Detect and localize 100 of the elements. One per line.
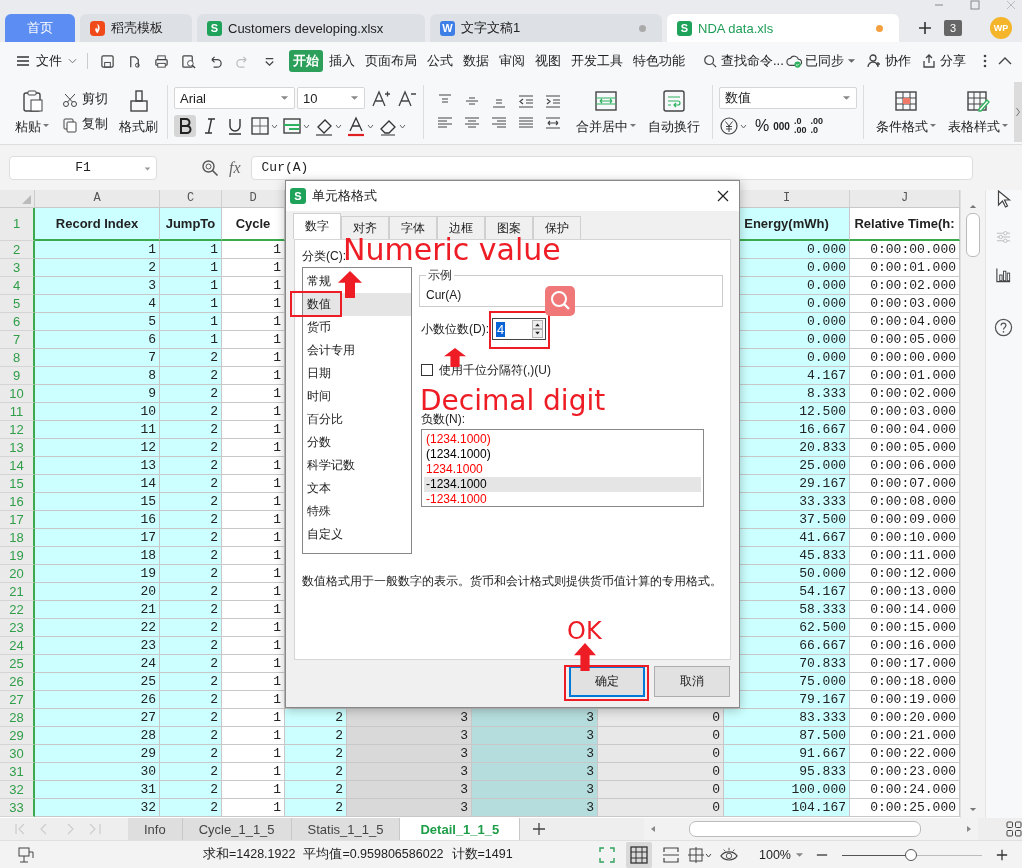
checkbox[interactable]	[421, 364, 433, 376]
share-button[interactable]: 分享	[921, 52, 966, 70]
freeze-icon[interactable]	[687, 845, 713, 864]
negative-format-item[interactable]: -1234.1000	[424, 477, 701, 492]
add-sheet-icon[interactable]	[532, 822, 547, 836]
command-search[interactable]: 查找命令...	[703, 52, 784, 70]
tab-count[interactable]: 3	[944, 20, 962, 36]
document-tab[interactable]: S NDA data.xls	[667, 14, 899, 42]
category-item[interactable]: 常规	[303, 270, 411, 293]
zoom-level-dropdown[interactable]: 100%	[759, 847, 804, 862]
name-box[interactable]: F1	[9, 155, 157, 180]
help-icon[interactable]	[994, 318, 1014, 337]
print-preview-icon[interactable]	[181, 53, 196, 69]
copy-button[interactable]: 复制	[62, 116, 108, 133]
file-menu[interactable]: 文件	[16, 52, 77, 70]
more-icon[interactable]	[982, 53, 988, 69]
menu-tab[interactable]: 视图	[531, 50, 565, 72]
negative-format-item[interactable]: 1234.1000	[424, 462, 701, 477]
cursor-icon[interactable]	[995, 190, 1013, 208]
paste-button[interactable]: 粘贴	[12, 85, 52, 139]
negative-format-item[interactable]: (1234.1000)	[424, 447, 701, 462]
eye-icon[interactable]	[720, 845, 738, 864]
menu-tab[interactable]: 页面布局	[361, 50, 421, 72]
align-right-icon[interactable]	[490, 115, 508, 131]
grid-view-icon[interactable]	[1006, 821, 1022, 837]
negative-format-item[interactable]: -1234.1000	[424, 492, 701, 507]
conditional-format-button[interactable]: 条件格式	[870, 85, 942, 139]
table-style-button[interactable]: 表格样式	[942, 85, 1014, 139]
currency-icon[interactable]	[719, 115, 749, 137]
sheet-tab[interactable]: Cycle_1_1_5	[182, 818, 292, 840]
category-item[interactable]: 数值	[303, 293, 411, 316]
collapse-icon[interactable]	[998, 57, 1012, 65]
zoom-slider[interactable]	[842, 848, 982, 861]
shrink-font-icon[interactable]	[397, 89, 417, 107]
menu-tab[interactable]: 特色功能	[629, 50, 689, 72]
column-header[interactable]: C	[160, 190, 222, 208]
macro-icon[interactable]	[17, 845, 35, 864]
decrease-decimal-button[interactable]: .00 .0	[810, 117, 823, 135]
category-item[interactable]: 会计专用	[303, 339, 411, 362]
menu-tab[interactable]: 数据	[459, 50, 493, 72]
distributed-icon[interactable]	[544, 115, 562, 131]
ok-button[interactable]: 确定	[569, 666, 645, 697]
bold-icon[interactable]	[174, 115, 196, 137]
column-header[interactable]: A	[35, 190, 160, 208]
bar-chart-icon[interactable]	[995, 266, 1013, 284]
scroll-right-icon[interactable]	[966, 825, 972, 833]
function-label[interactable]: fx	[229, 158, 241, 177]
collaborate-button[interactable]: 协作	[866, 52, 911, 70]
formula-field[interactable]: Cur(A)	[250, 155, 973, 180]
menu-tab[interactable]: 公式	[423, 50, 457, 72]
decrease-indent-icon[interactable]	[517, 93, 535, 109]
scroll-down-icon[interactable]	[968, 807, 977, 812]
document-tab[interactable]: 稻壳模板	[80, 14, 192, 42]
zoom-icon[interactable]	[201, 158, 219, 177]
new-tab-icon[interactable]	[918, 21, 932, 35]
decimals-spinbox[interactable]: 4	[492, 318, 546, 340]
font-color-icon[interactable]	[345, 115, 375, 137]
spin-arrows-icon[interactable]	[532, 320, 543, 338]
category-item[interactable]: 特殊	[303, 500, 411, 523]
category-item[interactable]: 科学记数	[303, 454, 411, 477]
thousands-button[interactable]: 000	[773, 120, 790, 132]
scroll-left-icon[interactable]	[650, 825, 657, 833]
category-item[interactable]: 货币	[303, 316, 411, 339]
format-painter-button[interactable]: 格式刷	[116, 85, 161, 139]
category-item[interactable]: 时间	[303, 385, 411, 408]
dialog-tab[interactable]: 数字	[293, 213, 341, 239]
merge-center-button[interactable]: 合并居中	[570, 85, 642, 139]
align-center-icon[interactable]	[463, 115, 481, 131]
document-tab[interactable]: S Customers developing.xlsx	[197, 14, 425, 42]
scroll-up-icon[interactable]	[968, 204, 977, 209]
sheet-tab[interactable]: Info	[128, 818, 183, 840]
column-header[interactable]: J	[850, 190, 960, 208]
number-format-field[interactable]: 数值	[719, 87, 857, 109]
scroll-thumb[interactable]	[689, 821, 922, 837]
print-icon[interactable]	[154, 53, 169, 69]
category-item[interactable]: 分数	[303, 431, 411, 454]
column-header[interactable]: D	[222, 190, 285, 208]
horizontal-scrollbar[interactable]	[644, 818, 978, 840]
sync-button[interactable]: 已同步	[786, 52, 856, 70]
menu-tab[interactable]: 插入	[325, 50, 359, 72]
cut-button[interactable]: 剪切	[62, 91, 108, 108]
justify-icon[interactable]	[517, 115, 535, 131]
export-icon[interactable]	[127, 53, 142, 69]
scroll-thumb[interactable]	[965, 213, 980, 257]
sliders-icon[interactable]	[995, 228, 1013, 246]
increase-indent-icon[interactable]	[544, 93, 562, 109]
borders-icon[interactable]	[249, 115, 279, 137]
close-icon[interactable]	[717, 190, 729, 202]
zoom-in-icon[interactable]	[996, 848, 1008, 861]
page-break-icon[interactable]	[662, 845, 680, 864]
align-left-icon[interactable]	[436, 115, 454, 131]
document-tab[interactable]: W 文字文稿1	[430, 14, 662, 42]
sheet-tab[interactable]: Statis_1_1_5	[291, 818, 401, 840]
increase-decimal-button[interactable]: .0 .00	[793, 117, 807, 135]
font-size-field[interactable]: 10	[297, 87, 365, 109]
cancel-button[interactable]: 取消	[654, 666, 730, 697]
category-item[interactable]: 文本	[303, 477, 411, 500]
category-item[interactable]: 百分比	[303, 408, 411, 431]
grow-font-icon[interactable]	[371, 89, 391, 107]
font-name-field[interactable]: Arial	[174, 87, 295, 109]
